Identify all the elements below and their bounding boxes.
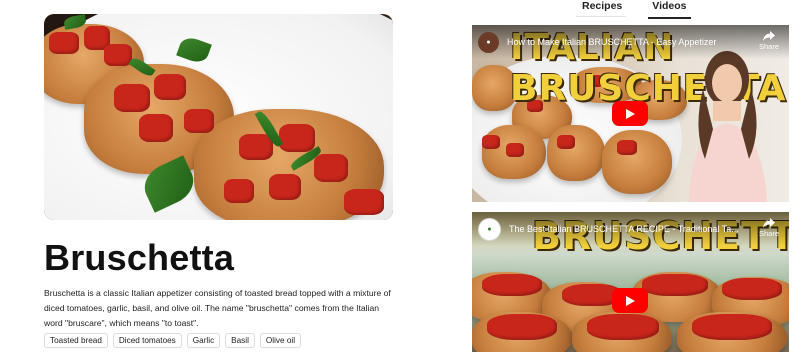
tomato-piece (279, 124, 315, 152)
tomato-piece (344, 189, 384, 215)
ingredient-tag[interactable]: Diced tomatoes (112, 333, 182, 348)
recipe-description: Bruschetta is a classic Italian appetize… (44, 288, 391, 328)
play-button[interactable] (612, 101, 648, 126)
video-title[interactable]: The Best Italian BRUSCHETTA RECIPE - Tra… (509, 224, 749, 234)
video-title[interactable]: How to Make Italian BRUSCHETTA - Easy Ap… (507, 37, 747, 47)
tomato-topping (692, 314, 772, 340)
video-player-2[interactable]: BRUSCHETTA ● The Best Italian BRUSCHETTA… (472, 212, 789, 352)
tomato-piece (154, 74, 186, 100)
tomato-piece (224, 179, 254, 203)
tab-videos[interactable]: Videos (648, 0, 691, 19)
share-button[interactable]: Share (759, 217, 779, 238)
tomato-topping (482, 274, 542, 296)
channel-avatar-icon[interactable]: ● (478, 31, 499, 53)
tomato-piece (49, 32, 79, 54)
tomato-piece (557, 135, 575, 149)
video-title-bar: ● How to Make Italian BRUSCHETTA - Easy … (472, 25, 789, 59)
play-icon (626, 295, 635, 306)
recipe-hero-image (44, 14, 393, 220)
share-icon (762, 31, 775, 41)
tomato-topping (487, 314, 557, 340)
tomato-piece (114, 84, 150, 112)
video-player-1[interactable]: ITALIAN BRUSCHETTA ● How to Make Italian… (472, 25, 789, 202)
tomato-piece (506, 143, 524, 157)
share-button[interactable]: Share (759, 30, 779, 51)
bread-slice (602, 130, 672, 194)
share-label: Share (758, 42, 779, 51)
bread-slice (547, 125, 605, 181)
recipe-title: Bruschetta (44, 237, 235, 278)
share-icon (762, 218, 775, 228)
tomato-piece (184, 109, 214, 133)
ingredient-tag[interactable]: Garlic (186, 333, 221, 348)
ingredient-tag[interactable]: Toasted bread (44, 333, 108, 348)
tomato-piece (617, 140, 637, 155)
video-title-bar: ● The Best Italian BRUSCHETTA RECIPE - T… (472, 212, 789, 246)
share-label: Share (758, 229, 779, 238)
tomato-topping (587, 314, 659, 340)
ingredient-tags: Toasted bread Diced tomatoes Garlic Basi… (44, 333, 302, 348)
play-button[interactable] (612, 288, 648, 313)
tomato-topping (642, 274, 708, 296)
tab-recipes[interactable]: Recipes (578, 0, 626, 19)
tab-bar: Recipes Videos (578, 0, 691, 19)
presenter-figure (689, 51, 767, 202)
tomato-piece (269, 174, 301, 200)
tomato-piece (314, 154, 348, 182)
ingredient-tag[interactable]: Olive oil (259, 333, 302, 348)
tomato-piece (139, 114, 173, 142)
ingredient-tag[interactable]: Basil (225, 333, 255, 348)
channel-avatar-icon[interactable]: ● (478, 217, 501, 241)
play-icon (626, 108, 635, 119)
tomato-topping (722, 278, 782, 300)
tomato-piece (482, 135, 500, 149)
